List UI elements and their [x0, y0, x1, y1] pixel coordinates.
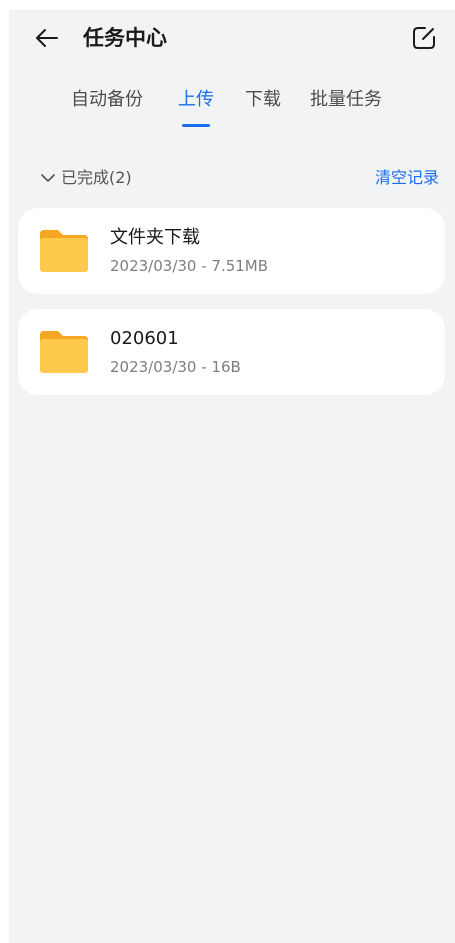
completed-section-label: 已完成(2) — [61, 168, 132, 187]
task-center-screen: 任务中心 自动备份 上传 下载 批量任务 已完成(2) 清空记录 文件夹下载 2… — [9, 10, 455, 943]
tab-label: 批量任务 — [310, 89, 382, 110]
tab-bar: 自动备份 上传 下载 批量任务 — [9, 86, 455, 130]
folder-icon — [40, 230, 88, 272]
chevron-down-icon — [41, 174, 55, 182]
edit-square-icon — [413, 27, 435, 49]
back-button[interactable] — [31, 22, 63, 54]
tab-label: 上传 — [178, 89, 214, 110]
file-meta: 2023/03/30 - 16B — [110, 358, 241, 376]
tab-auto-backup[interactable]: 自动备份 — [71, 86, 143, 114]
clear-records-button[interactable]: 清空记录 — [375, 164, 439, 192]
header: 任务中心 — [9, 10, 455, 66]
file-item[interactable]: 020601 2023/03/30 - 16B — [18, 309, 445, 395]
file-name: 020601 — [110, 328, 179, 349]
active-tab-indicator — [182, 124, 210, 127]
page-title: 任务中心 — [83, 26, 167, 50]
tab-upload[interactable]: 上传 — [178, 86, 214, 127]
completed-section-header: 已完成(2) 清空记录 — [9, 164, 455, 194]
tab-download[interactable]: 下载 — [245, 86, 281, 114]
completed-section-toggle[interactable]: 已完成(2) — [39, 164, 132, 192]
arrow-left-icon — [36, 29, 58, 47]
file-meta: 2023/03/30 - 7.51MB — [110, 257, 269, 275]
folder-icon — [40, 331, 88, 373]
file-name: 文件夹下载 — [110, 227, 200, 248]
edit-button[interactable] — [409, 23, 439, 53]
tab-label: 自动备份 — [71, 89, 143, 110]
tab-label: 下载 — [245, 89, 281, 110]
tab-batch-tasks[interactable]: 批量任务 — [310, 86, 382, 114]
file-item[interactable]: 文件夹下载 2023/03/30 - 7.51MB — [18, 208, 445, 294]
